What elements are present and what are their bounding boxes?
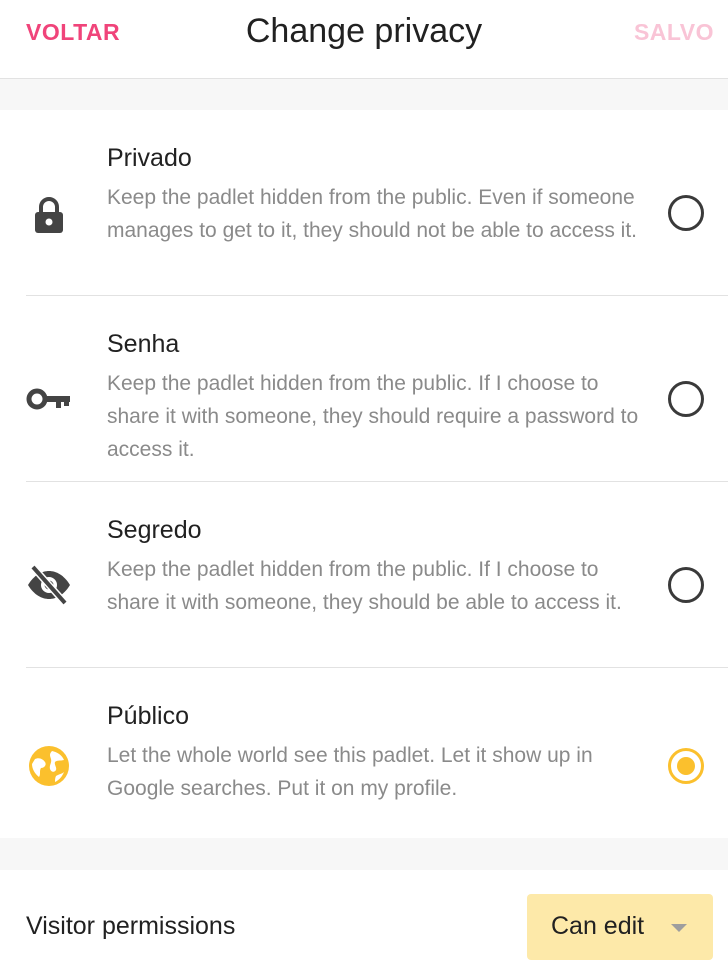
option-title: Privado	[107, 144, 192, 172]
caret-down-icon	[671, 924, 687, 932]
option-title: Segredo	[107, 516, 202, 544]
privacy-option-publico[interactable]: Público Let the whole world see this pad…	[0, 668, 728, 838]
section-spacer	[0, 79, 728, 110]
privacy-option-senha[interactable]: Senha Keep the padlet hidden from the pu…	[0, 296, 728, 482]
app-header: VOLTAR Change privacy SALVO	[0, 0, 728, 79]
select-value: Can edit	[551, 912, 645, 940]
key-icon	[26, 376, 72, 422]
privacy-option-segredo[interactable]: Segredo Keep the padlet hidden from the …	[0, 482, 728, 668]
visitor-permissions-row: Visitor permissions Can edit	[0, 870, 728, 978]
radio-senha[interactable]	[668, 381, 704, 417]
visitor-permissions-select[interactable]: Can edit	[527, 894, 713, 960]
option-title: Público	[107, 702, 189, 730]
eye-off-icon	[26, 562, 72, 608]
option-description: Let the whole world see this padlet. Let…	[107, 744, 593, 800]
privacy-option-privado[interactable]: Privado Keep the padlet hidden from the …	[0, 110, 728, 296]
page-title: Change privacy	[245, 12, 483, 50]
option-description: Keep the padlet hidden from the public. …	[107, 558, 622, 614]
option-description: Keep the padlet hidden from the public. …	[107, 186, 637, 242]
section-spacer	[0, 838, 728, 870]
option-description: Keep the padlet hidden from the public. …	[107, 372, 639, 461]
lock-icon	[26, 192, 72, 238]
option-title: Senha	[107, 330, 180, 358]
radio-segredo[interactable]	[668, 567, 704, 603]
radio-publico[interactable]	[668, 748, 704, 784]
save-button[interactable]: SALVO	[634, 19, 714, 46]
radio-privado[interactable]	[668, 195, 704, 231]
visitor-permissions-label: Visitor permissions	[26, 912, 236, 940]
globe-icon	[26, 743, 72, 789]
privacy-options-list: Privado Keep the padlet hidden from the …	[0, 110, 728, 838]
